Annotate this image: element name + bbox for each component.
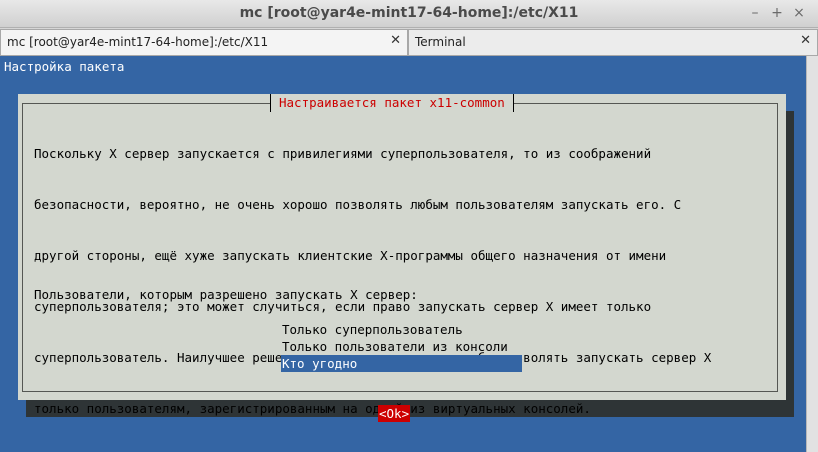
dialog-body: Поскольку X сервер запускается с привиле… bbox=[34, 111, 711, 451]
dialog-prompt: Пользователи, которым разрешено запускат… bbox=[34, 287, 418, 302]
tab-terminal-label: Terminal bbox=[415, 35, 466, 49]
tab-close-icon[interactable]: ✕ bbox=[390, 33, 401, 48]
option-anybody[interactable]: Кто угодно bbox=[281, 355, 522, 372]
dialog-body-line: Поскольку X сервер запускается с привиле… bbox=[34, 146, 652, 161]
tab-mc-label: mc [root@yar4e-mint17-64-home]:/etc/X11 bbox=[7, 35, 269, 49]
debconf-dialog: Настраивается пакет x11-common Поскольку… bbox=[18, 94, 786, 422]
window-title: mc [root@yar4e-mint17-64-home]:/etc/X11 bbox=[239, 5, 579, 21]
dialog-body-line: только пользователям, зарегистрированным… bbox=[34, 401, 591, 416]
dialog-body-line: другой стороны, ещё хуже запускать клиен… bbox=[34, 248, 667, 263]
maximize-icon[interactable]: + bbox=[768, 4, 786, 22]
dialog-body-line: безопасности, вероятно, не очень хорошо … bbox=[34, 197, 682, 212]
tab-close-icon[interactable]: ✕ bbox=[800, 33, 811, 48]
terminal-scrollbar[interactable] bbox=[806, 56, 818, 452]
option-list[interactable]: Только суперпользователь Только пользова… bbox=[281, 321, 522, 372]
terminal-screen[interactable]: Настройка пакета Настраивается пакет x11… bbox=[0, 56, 806, 452]
option-console-users[interactable]: Только пользователи из консоли bbox=[281, 338, 522, 355]
window-titlebar[interactable]: mc [root@yar4e-mint17-64-home]:/etc/X11 … bbox=[0, 0, 818, 28]
dialog-caption: Настраивается пакет x11-common bbox=[270, 94, 514, 112]
screen-title: Настройка пакета bbox=[4, 59, 125, 74]
tab-mc[interactable]: mc [root@yar4e-mint17-64-home]:/etc/X11 … bbox=[0, 29, 408, 55]
close-icon[interactable]: × bbox=[790, 4, 808, 22]
tab-terminal[interactable]: Terminal ✕ bbox=[408, 29, 818, 55]
ok-button[interactable]: <Ok> bbox=[378, 405, 411, 422]
option-superuser-only[interactable]: Только суперпользователь bbox=[281, 321, 522, 338]
tab-bar: mc [root@yar4e-mint17-64-home]:/etc/X11 … bbox=[0, 28, 818, 56]
minimize-icon[interactable]: – bbox=[746, 4, 764, 22]
